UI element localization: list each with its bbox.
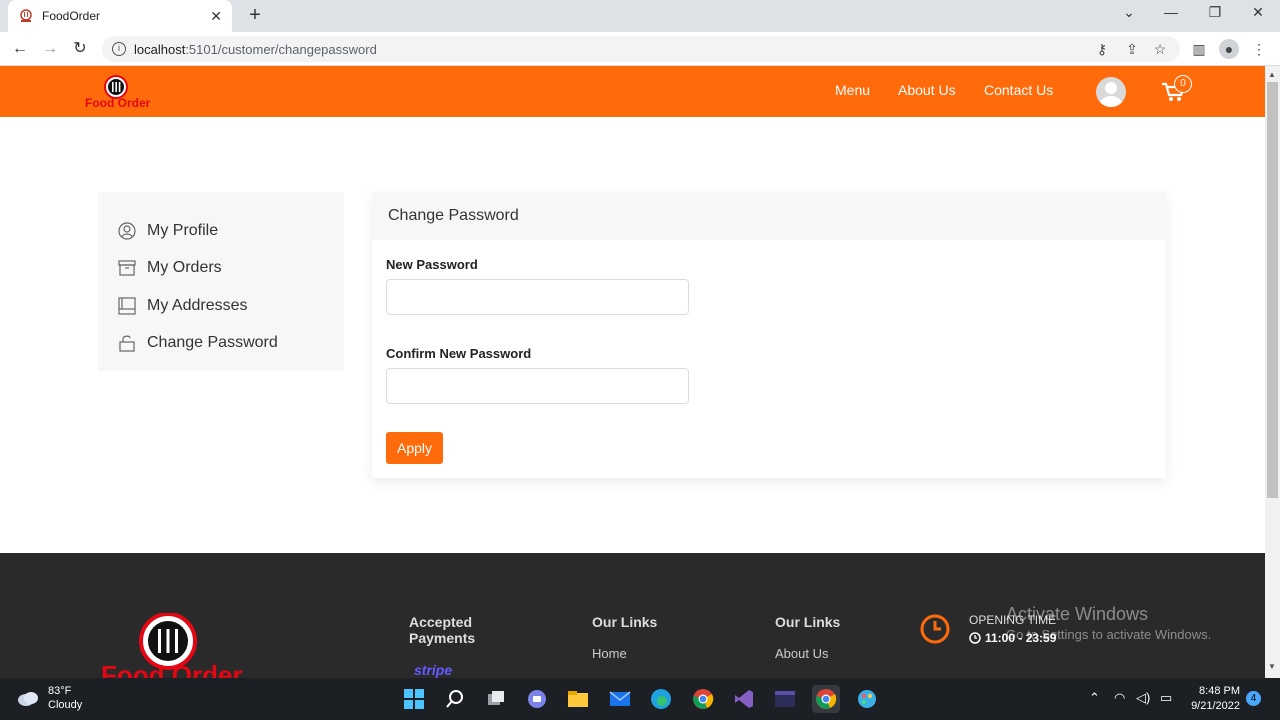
weather-widget[interactable]: 83°F Cloudy — [16, 684, 82, 712]
nav-contact-us[interactable]: Contact Us — [984, 82, 1053, 98]
small-clock-icon — [969, 632, 981, 644]
battery-icon[interactable]: ▭ — [1160, 690, 1172, 706]
card-title: Change Password — [372, 192, 1166, 240]
footer-logo-text: Food Order — [101, 660, 243, 678]
back-arrow-icon[interactable]: ← — [9, 39, 31, 59]
system-clock[interactable]: 8:48 PM 9/21/2022 — [1186, 684, 1240, 714]
search-icon[interactable] — [441, 685, 469, 713]
visual-studio-icon[interactable] — [730, 685, 758, 713]
paint-icon[interactable] — [853, 685, 881, 713]
teams-chat-icon[interactable] — [523, 685, 551, 713]
user-circle-icon — [118, 222, 136, 240]
logo-text: Food Order — [85, 96, 151, 110]
scroll-down-icon[interactable]: ▼ — [1268, 662, 1276, 671]
bookmark-star-icon[interactable]: ☆ — [1150, 39, 1170, 59]
tab-search-chevron-icon[interactable]: ⌄ — [1117, 4, 1141, 21]
weather-condition: Cloudy — [48, 699, 83, 711]
sidebar-item-my-profile[interactable]: My Profile — [98, 212, 344, 250]
url-host: localhost — [134, 41, 186, 57]
side-panel-icon[interactable]: ▥ — [1189, 39, 1209, 59]
footer-link-home[interactable]: Home — [592, 646, 627, 661]
site-footer: Food Order Accepted Payments stripe Our … — [0, 553, 1265, 678]
menu-kebab-icon[interactable]: ⋮ — [1249, 39, 1269, 59]
site-logo[interactable]: Food Order — [84, 74, 154, 110]
browser-toolbar: ← → ↻ i localhost:5101/customer/changepa… — [0, 32, 1280, 66]
new-tab-button[interactable]: + — [244, 4, 266, 27]
cloud-icon — [18, 692, 38, 706]
sidebar-item-label: My Profile — [147, 221, 219, 239]
key-icon[interactable]: ⚷ — [1092, 39, 1112, 59]
edge-browser-icon[interactable] — [647, 685, 675, 713]
clock-time: 8:48 PM — [1199, 685, 1240, 697]
activate-windows-title: Activate Windows — [1006, 604, 1149, 624]
footer-logo[interactable]: Food Order — [100, 612, 243, 678]
clock-date: 9/21/2022 — [1191, 700, 1240, 712]
sidebar-item-my-addresses[interactable]: My Addresses — [98, 287, 344, 325]
profile-icon[interactable]: ● — [1219, 39, 1239, 59]
stripe-logo: stripe — [414, 662, 453, 678]
sidebar-item-label: My Addresses — [147, 296, 248, 314]
sidebar-item-label: My Orders — [147, 259, 222, 277]
user-avatar-icon[interactable] — [1096, 77, 1126, 107]
url-path: :5101/customer/changepassword — [185, 41, 377, 57]
notification-badge[interactable]: 4 — [1246, 691, 1261, 706]
mail-icon[interactable] — [606, 685, 634, 713]
restore-icon[interactable]: ❐ — [1203, 4, 1227, 21]
tray-chevron-up-icon[interactable]: ⌃ — [1089, 690, 1100, 706]
file-explorer-icon[interactable] — [564, 685, 592, 713]
reload-icon[interactable]: ↻ — [69, 39, 91, 59]
wifi-icon[interactable]: ◠ — [1114, 690, 1125, 706]
cart-count-badge: 0 — [1174, 75, 1192, 93]
start-windows-icon[interactable] — [400, 685, 428, 713]
forward-arrow-icon[interactable]: → — [39, 39, 61, 59]
our-links-heading-2: Our Links — [775, 614, 841, 630]
terminal-icon[interactable] — [771, 685, 799, 713]
nav-about-us[interactable]: About Us — [898, 82, 956, 98]
windows-taskbar: 83°F Cloudy ⌃ ◠ ◁) ▭ 8:48 PM 9/21/2022 4 — [0, 678, 1280, 720]
nav-menu[interactable]: Menu — [835, 82, 870, 98]
opening-clock-icon — [920, 614, 950, 644]
new-password-label: New Password — [386, 257, 478, 272]
browser-tab-bar: FoodOrder ✕ + ⌄ — ❐ ✕ — [0, 0, 1280, 32]
new-password-input[interactable] — [386, 279, 689, 315]
task-view-icon[interactable] — [482, 685, 510, 713]
share-icon[interactable]: ⇪ — [1122, 39, 1142, 59]
scroll-up-icon[interactable]: ▲ — [1268, 70, 1276, 79]
browser-tab[interactable]: FoodOrder ✕ — [8, 0, 232, 32]
page-scrollbar[interactable]: ▲ ▼ — [1265, 66, 1280, 678]
close-window-icon[interactable]: ✕ — [1246, 4, 1270, 21]
address-bar[interactable]: i localhost:5101/customer/changepassword… — [102, 36, 1180, 62]
confirm-password-input[interactable] — [386, 368, 689, 404]
our-links-heading-1: Our Links — [592, 614, 658, 630]
scrollbar-thumb[interactable] — [1267, 82, 1278, 498]
minimize-icon[interactable]: — — [1159, 4, 1183, 20]
confirm-password-label: Confirm New Password — [386, 346, 532, 361]
tab-title: FoodOrder — [42, 9, 101, 23]
apply-button[interactable]: Apply — [386, 432, 443, 464]
weather-temp: 83°F — [48, 685, 72, 697]
unlock-icon — [119, 335, 135, 352]
sidebar-item-my-orders[interactable]: My Orders — [98, 250, 344, 288]
footer-link-about-us[interactable]: About Us — [775, 646, 828, 661]
sidebar-item-label: Change Password — [147, 334, 278, 352]
site-info-icon[interactable]: i — [112, 42, 126, 56]
address-book-icon — [118, 297, 136, 315]
chrome-active-icon[interactable] — [812, 685, 840, 713]
tab-close-icon[interactable]: ✕ — [210, 8, 222, 25]
sidebar-item-change-password[interactable]: Change Password — [98, 325, 344, 363]
speaker-icon[interactable]: ◁) — [1136, 690, 1150, 706]
archive-box-icon — [118, 260, 136, 276]
site-header: Food Order Menu About Us Contact Us 0 — [0, 66, 1265, 117]
chrome-icon[interactable] — [689, 685, 717, 713]
site-favicon-icon — [18, 8, 34, 24]
change-password-card: Change Password New Password Confirm New… — [372, 192, 1166, 478]
account-sidebar: My Profile My Orders My Addresses Change… — [98, 192, 344, 371]
payments-heading: Accepted Payments — [409, 614, 476, 646]
activate-windows-subtitle: Go to Settings to activate Windows. — [1006, 627, 1212, 642]
